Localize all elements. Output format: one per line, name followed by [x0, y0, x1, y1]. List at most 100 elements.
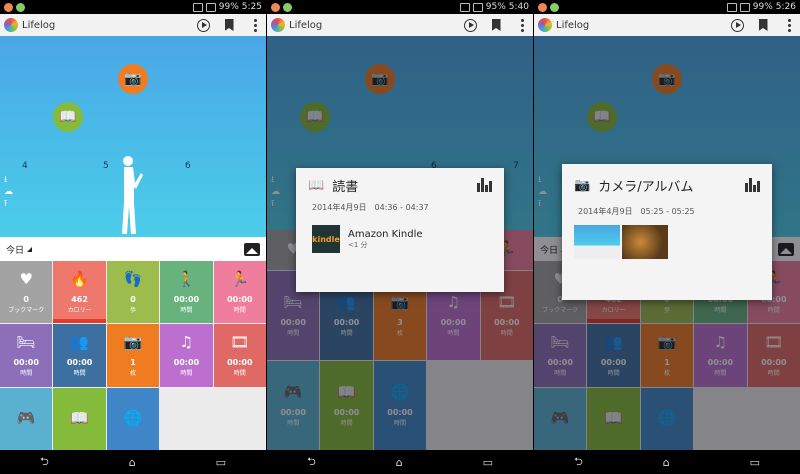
home-icon[interactable]: ⌂ — [129, 456, 136, 469]
card-datetime: 2014年4月9日 04:36 - 04:37 — [312, 203, 429, 212]
notification-icon — [283, 2, 292, 12]
photo-thumbnail[interactable] — [622, 225, 668, 259]
overflow-menu-button[interactable] — [248, 18, 262, 32]
status-bar: 99% 5:25 — [0, 0, 266, 14]
timeline-view[interactable]: 📷 📖 4 5 6 ⭳ ☁ ⭱ — [0, 36, 266, 237]
action-bar: Lifelog — [534, 14, 800, 36]
app-name: Amazon Kindle — [348, 228, 423, 240]
camera-icon: 📷 — [574, 177, 591, 193]
bookmark-button[interactable] — [756, 18, 770, 32]
gallery-icon[interactable] — [244, 242, 260, 256]
photo-thumbnail[interactable] — [574, 225, 620, 259]
bookmark-icon: ♥ — [19, 269, 33, 288]
camera-detail-card[interactable]: 📷 カメラ/アルバム 2014年4月9日 05:25 - 05:25 — [562, 164, 772, 300]
action-bar: Lifelog — [0, 14, 266, 36]
kindle-app-icon: kindle — [312, 225, 340, 253]
nav-bar: ⮌ ⌂ ▭ — [534, 450, 800, 474]
lifelog-logo-icon — [4, 18, 18, 32]
tile-value: 00:00 — [173, 294, 200, 304]
timeline-tick: 5 — [103, 161, 109, 171]
overflow-menu-button[interactable] — [515, 18, 529, 32]
play-button[interactable] — [463, 18, 477, 32]
card-title: 読書 — [332, 179, 359, 195]
activity-tile[interactable]: 🛏 00:00 時間 — [0, 324, 53, 387]
play-button[interactable] — [730, 18, 744, 32]
recents-icon[interactable]: ▭ — [750, 456, 760, 469]
activity-tile[interactable]: 🔥 462 カロリー — [53, 261, 106, 324]
card-datetime: 2014年4月9日 05:25 - 05:25 — [578, 207, 695, 216]
play-icon — [730, 18, 744, 32]
recents-icon[interactable]: ▭ — [483, 456, 493, 469]
activity-tile[interactable]: 📖 — [53, 387, 106, 450]
activity-tile[interactable]: 🎞 00:00 時間 — [213, 324, 266, 387]
arrow-up-icon[interactable]: ⭱ — [4, 200, 14, 209]
app-duration: <1 分 — [348, 240, 368, 249]
clock: 5:25 — [241, 2, 262, 12]
globe-icon: 🌐 — [123, 408, 143, 427]
clock: 5:26 — [775, 2, 796, 12]
date-label: 今日 — [6, 245, 25, 256]
lifelog-logo-icon — [538, 18, 552, 32]
activity-tile[interactable]: 🏃 00:00 時間 — [213, 261, 266, 324]
play-button[interactable] — [196, 18, 210, 32]
overflow-menu-button[interactable] — [782, 18, 796, 32]
activity-tile[interactable]: 🌐 — [106, 387, 160, 450]
tile-value: 462 — [71, 294, 88, 304]
app-title: Lifelog — [289, 19, 323, 31]
progress-bar — [53, 319, 106, 324]
activity-tile[interactable]: 👥 00:00 時間 — [53, 324, 106, 387]
activity-tile[interactable]: 👣 0 歩 — [106, 261, 160, 324]
activity-tile[interactable]: ♥ 0 ブックマーク — [0, 261, 53, 324]
tile-value: 00:00 — [13, 357, 39, 367]
bookmark-button[interactable] — [222, 18, 236, 32]
running-icon: 🏃 — [230, 269, 250, 288]
tile-unit: 時間 — [233, 369, 246, 377]
wifi-icon — [726, 2, 737, 12]
play-icon — [463, 18, 477, 32]
battery-icon — [205, 2, 216, 12]
app-entry[interactable]: kindle Amazon Kindle <1 分 — [296, 225, 504, 253]
timeline-tick: 4 — [22, 161, 28, 171]
bar-chart-icon[interactable] — [745, 178, 760, 192]
battery-percent: 99% — [752, 2, 773, 12]
date-selector[interactable]: 今日 — [0, 237, 266, 261]
steps-icon: 👣 — [123, 269, 143, 288]
back-icon[interactable]: ⮌ — [307, 453, 316, 472]
recents-icon[interactable]: ▭ — [216, 456, 226, 469]
overflow-icon — [253, 18, 257, 32]
tile-unit: ブックマーク — [8, 306, 45, 314]
lifelog-screen-2: 95% 5:40 Lifelog 📷 📖 6 7 ⭳ ☁ ⭱ 今日 ♥🔥👣🚶🏃🛏… — [267, 0, 533, 474]
bar-chart-icon[interactable] — [477, 178, 492, 192]
cloud-icon[interactable]: ☁ — [4, 188, 14, 197]
notification-icon — [271, 2, 280, 12]
arrow-down-icon[interactable]: ⭳ — [4, 176, 14, 185]
activity-tile[interactable]: 🚶 00:00 時間 — [160, 261, 213, 324]
status-bar: 99% 5:26 — [534, 0, 800, 14]
bookmark-button[interactable] — [489, 18, 503, 32]
back-icon[interactable]: ⮌ — [574, 453, 583, 472]
battery-percent: 95% — [485, 2, 506, 12]
notification-icon — [550, 2, 559, 12]
camera-event-bubble[interactable]: 📷 — [118, 64, 148, 94]
activity-tile[interactable]: ♫ 00:00 時間 — [160, 324, 213, 387]
tile-value: 0 — [23, 294, 29, 304]
book-icon: 📖 — [308, 177, 325, 193]
tile-unit: 時間 — [180, 306, 193, 314]
app-title: Lifelog — [556, 19, 590, 31]
back-icon[interactable]: ⮌ — [40, 453, 49, 472]
notification-icon — [4, 2, 13, 12]
activity-tile[interactable]: 📷 1 枚 — [106, 324, 160, 387]
lifelog-screen-1: 99% 5:25 Lifelog 📷 📖 4 5 6 ⭳ ☁ ⭱ 今日 ♥ 0 ブッ… — [0, 0, 266, 474]
tile-unit: 時間 — [180, 369, 193, 377]
walking-icon: 🚶 — [177, 269, 196, 288]
home-icon[interactable]: ⌂ — [396, 456, 403, 469]
battery-icon — [739, 2, 750, 12]
gamepad-icon: 🎮 — [16, 408, 36, 427]
activity-tile[interactable]: 🎮 — [0, 387, 53, 450]
home-icon[interactable]: ⌂ — [663, 456, 670, 469]
wifi-icon — [459, 2, 470, 12]
wifi-icon — [192, 2, 203, 12]
reading-detail-card[interactable]: 📖 読書 2014年4月9日 04:36 - 04:37 kindle Amaz… — [296, 168, 504, 292]
reading-event-bubble[interactable]: 📖 — [53, 102, 83, 132]
tile-value: 00:00 — [66, 357, 93, 367]
